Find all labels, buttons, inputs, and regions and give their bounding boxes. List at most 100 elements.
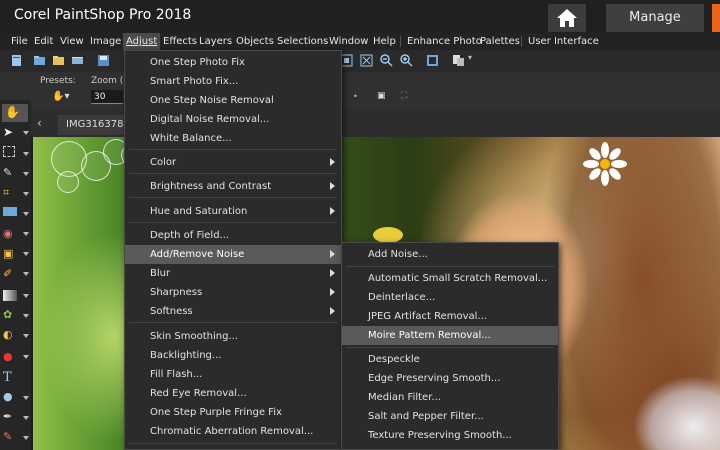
menu-edit[interactable]: Edit [31,33,56,50]
pick-tool-dropdown-icon[interactable] [23,131,29,135]
menu-item-color[interactable]: Color [125,153,341,172]
menu-item-fill-flash[interactable]: Fill Flash... [125,365,341,384]
menu-view[interactable]: View [57,33,87,50]
crop-tool-icon[interactable]: ⌗ [3,186,17,200]
actual-size-icon[interactable] [360,54,373,67]
menu-help[interactable]: Help [370,33,399,50]
menu-item-skin-smoothing[interactable]: Skin Smoothing... [125,327,341,346]
fill-dropdown-icon[interactable] [23,334,29,338]
menu-item-add-noise[interactable]: Add Noise... [342,245,558,264]
menu-selections[interactable]: Selections [274,33,331,50]
selection-tool-icon[interactable] [3,146,15,157]
straighten-tool-icon[interactable] [3,207,17,216]
new-file-icon[interactable] [10,54,23,67]
menu-item-one-step-noise-removal[interactable]: One Step Noise Removal [125,91,341,110]
dropper-tool-icon[interactable]: ✎ [3,166,17,180]
red-eye-tool-icon[interactable]: ◉ [3,227,17,241]
menu-layers[interactable]: Layers [196,33,235,50]
paint-brush-tool-icon[interactable]: ✐ [3,267,17,281]
menu-image[interactable]: Image [87,33,124,50]
smudge-dropdown-icon[interactable] [23,436,29,440]
menu-item-hue-saturation[interactable]: Hue and Saturation [125,202,341,221]
full-screen-icon[interactable] [426,54,439,67]
straighten-dropdown-icon[interactable] [23,212,29,216]
menu-item-add-remove-noise[interactable]: Add/Remove Noise [125,245,341,264]
manage-tab[interactable]: Manage [606,4,704,32]
menu-window[interactable]: Window [326,33,371,50]
eraser-dropdown-icon[interactable] [23,355,29,359]
tool-options-palette: Presets: ✋▾ Zoom (%) 30 • ▣ ⛶ [0,72,720,110]
menu-item-purple-fringe-fix[interactable]: One Step Purple Fringe Fix [125,403,341,422]
clone-tool-icon[interactable]: ✿ [3,308,17,322]
red-eye-dropdown-icon[interactable] [23,232,29,236]
zoom-in-icon[interactable] [400,54,413,67]
gradient-tool-icon[interactable] [3,290,17,301]
fill-tool-icon[interactable]: ◐ [3,328,17,342]
menu-user-interface[interactable]: User Interface [525,33,602,50]
chevron-left-icon[interactable]: ‹ [37,116,42,130]
copy-dropdown-icon[interactable]: ▾ [468,53,481,66]
menu-item-salt-pepper-filter[interactable]: Salt and Pepper Filter... [342,407,558,426]
shape-tool-icon[interactable]: ● [3,390,17,404]
menu-bar: File Edit View Image Adjust Effects Laye… [0,33,720,50]
menu-item-despeckle[interactable]: Despeckle [342,350,558,369]
option-dot-icon[interactable]: • [353,92,358,101]
zoom-input[interactable]: 30 [91,90,123,104]
menu-enhance-photo[interactable]: Enhance Photo [404,33,485,50]
menu-item-backlighting[interactable]: Backlighting... [125,346,341,365]
home-button[interactable] [548,4,586,32]
menu-item-red-eye-removal[interactable]: Red Eye Removal... [125,384,341,403]
gradient-dropdown-icon[interactable] [23,294,29,298]
menu-item-smart-photo-fix[interactable]: Smart Photo Fix... [125,72,341,91]
menu-item-depth-of-field[interactable]: Depth of Field... [125,226,341,245]
pan-preset-icon[interactable]: ✋▾ [52,91,69,102]
option-expand-icon[interactable]: ⛶ [401,91,407,101]
eraser-tool-icon[interactable]: ● [3,350,17,364]
crop-dropdown-icon[interactable] [23,192,29,196]
menu-item-edge-preserving-smooth[interactable]: Edge Preserving Smooth... [342,369,558,388]
pick-tool-icon[interactable]: ➤ [3,125,17,139]
pen-dropdown-icon[interactable] [23,416,29,420]
text-effect-tool-icon[interactable]: ▣ [3,247,17,261]
menu-item-jpeg-artifact-removal[interactable]: JPEG Artifact Removal... [342,307,558,326]
effect-dropdown-icon[interactable] [23,252,29,256]
option-fit-icon[interactable]: ▣ [377,91,386,101]
menu-item-moire-pattern-removal[interactable]: Moire Pattern Removal... [342,326,558,345]
menu-file[interactable]: File [8,33,31,50]
menu-item-median-filter[interactable]: Median Filter... [342,388,558,407]
menu-palettes[interactable]: Palettes [477,33,523,50]
brush-dropdown-icon[interactable] [23,272,29,276]
copy-icon[interactable] [452,54,465,67]
menu-item-chromatic-aberration-removal[interactable]: Chromatic Aberration Removal... [125,422,341,441]
shape-dropdown-icon[interactable] [23,396,29,400]
open-file-icon[interactable] [33,54,46,67]
menu-adjust[interactable]: Adjust [123,33,161,50]
submenu-arrow-icon [330,158,335,166]
pen-tool-icon[interactable]: ✒ [3,410,17,424]
menu-objects[interactable]: Objects [233,33,277,50]
dropper-dropdown-icon[interactable] [23,172,29,176]
menu-item-digital-noise-removal[interactable]: Digital Noise Removal... [125,110,341,129]
menu-item-small-scratch-removal[interactable]: Automatic Small Scratch Removal... [342,269,558,288]
selection-dropdown-icon[interactable] [23,152,29,156]
clone-dropdown-icon[interactable] [23,314,29,318]
save-icon[interactable] [97,54,110,67]
scan-icon[interactable] [71,54,84,67]
menu-item-deinterlace[interactable]: Deinterlace... [342,288,558,307]
menu-effects[interactable]: Effects [160,33,200,50]
menu-item-blur[interactable]: Blur [125,264,341,283]
menu-item-white-balance[interactable]: White Balance... [125,129,341,148]
browse-folder-icon[interactable] [52,54,65,67]
menu-item-texture-preserving-smooth[interactable]: Texture Preserving Smooth... [342,426,558,445]
menu-item-brightness-contrast[interactable]: Brightness and Contrast [125,177,341,196]
menu-item-one-step-photo-fix[interactable]: One Step Photo Fix [125,53,341,72]
menu-item-sharpness[interactable]: Sharpness [125,283,341,302]
menu-item-softness[interactable]: Softness [125,302,341,321]
menu-item-label: Sharpness [150,287,203,298]
smudge-tool-icon[interactable]: ✎ [3,430,17,444]
text-tool-icon[interactable]: T [3,370,17,385]
pan-tool-icon[interactable]: ✋ [2,104,28,122]
menu-separator [346,266,554,267]
edit-tab-accent[interactable] [712,4,720,32]
zoom-out-icon[interactable] [380,54,393,67]
